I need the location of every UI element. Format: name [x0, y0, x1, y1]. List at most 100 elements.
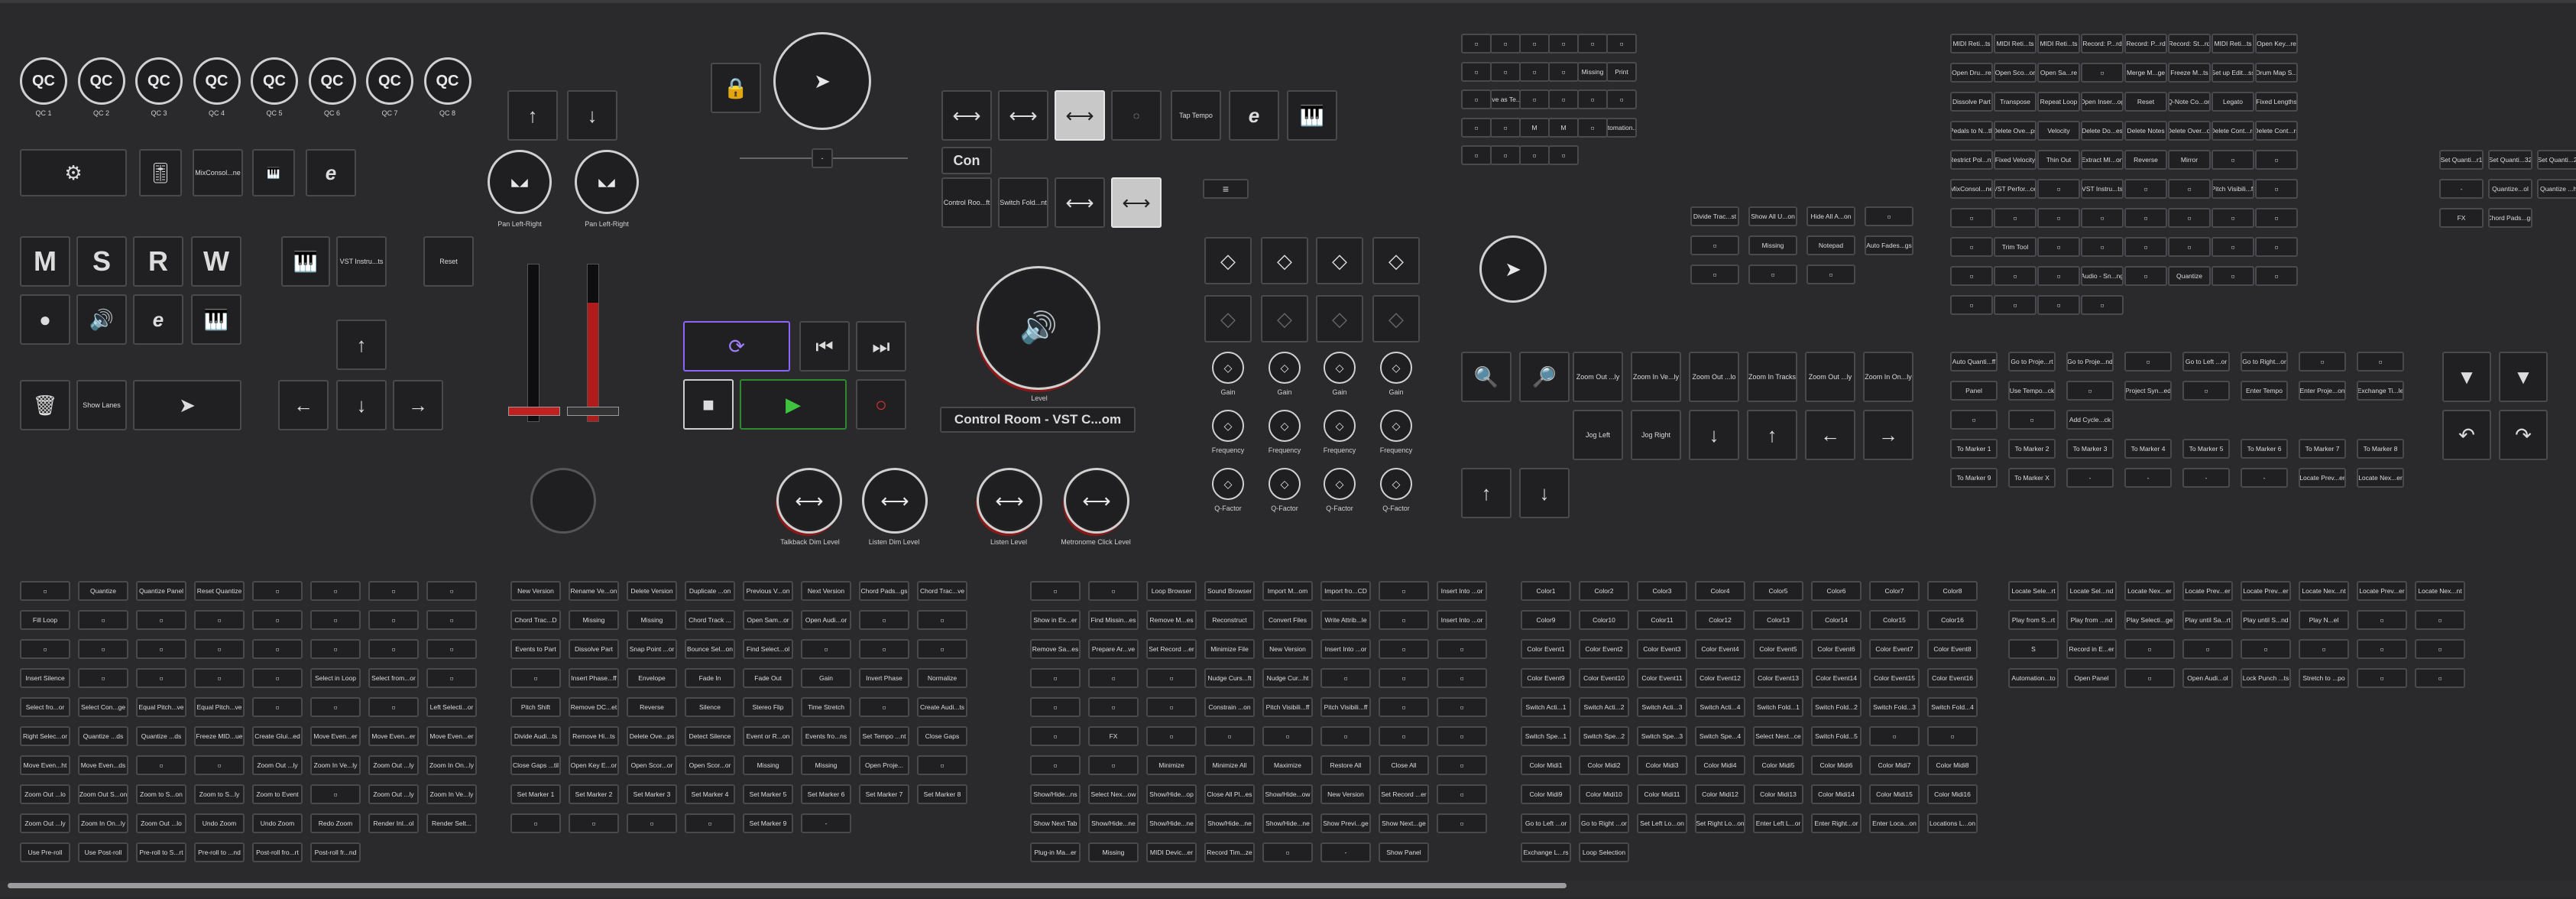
b1-36[interactable]: ▫ — [252, 697, 303, 717]
b1-49[interactable]: Move Even...ds — [78, 755, 128, 775]
b3-58[interactable]: Show/Hide...op — [1146, 784, 1197, 804]
color-70[interactable]: Enter Loca...on — [1869, 813, 1920, 833]
pointer-button[interactable]: ➤ — [133, 380, 241, 430]
midi-70[interactable]: ▫ — [2211, 266, 2254, 286]
b1-39[interactable]: Left Selecti...or — [426, 697, 477, 717]
midi-16[interactable]: Dissolve Part — [1950, 92, 1993, 112]
b5-4[interactable]: Locate Prev...er — [2241, 581, 2291, 601]
midi-69[interactable]: Quantize — [2168, 266, 2211, 286]
right-nav-3[interactable]: ↷ — [2499, 410, 2548, 460]
b3-27[interactable]: Nudge Curs...ft — [1204, 668, 1255, 688]
crt-f-button[interactable]: ⟷ — [1111, 177, 1162, 228]
b3-24[interactable]: ▫ — [1030, 668, 1081, 688]
b2-60[interactable]: Set Marker 5 — [743, 784, 793, 804]
midi-75[interactable]: ▫ — [2081, 295, 2124, 315]
b1-58[interactable]: Zoom to S...on — [136, 784, 186, 804]
fader-right-handle[interactable] — [567, 407, 619, 416]
b2-32[interactable]: Pitch Shift — [510, 697, 561, 717]
eq-knob-2-2[interactable]: ◇ — [1324, 468, 1356, 500]
arrow-left-button[interactable]: ← — [278, 380, 329, 430]
b2-30[interactable]: Invert Phase — [859, 668, 909, 688]
color-57[interactable]: Color Midi10 — [1579, 784, 1629, 804]
b2-35[interactable]: Silence — [685, 697, 735, 717]
midi-65[interactable]: ▫ — [1994, 266, 2036, 286]
tool-a-13[interactable]: Save as Te...te — [1490, 89, 1521, 109]
b1-15[interactable]: ▫ — [426, 610, 477, 630]
b2-10[interactable]: Missing — [627, 610, 677, 630]
zoom-btn-6[interactable]: Jog Left — [1573, 410, 1623, 460]
trash-button[interactable]: 🗑 — [20, 380, 70, 430]
midi-15[interactable]: Drum Map S... — [2255, 63, 2298, 83]
color-53[interactable]: Color Midi6 — [1811, 755, 1862, 775]
b2-54[interactable]: Open Proje... — [859, 755, 909, 775]
eq-knob-0-2[interactable]: ◇ — [1212, 468, 1244, 500]
zoom-btn-2[interactable]: Zoom Out ...lo — [1689, 352, 1739, 402]
b1-74[interactable]: Pre-roll to S...rt — [136, 842, 186, 862]
b3-57[interactable]: Select Nex...ow — [1088, 784, 1139, 804]
zoom-btn-0[interactable]: Zoom Out ...ly — [1573, 352, 1623, 402]
piano-small-button[interactable]: 🎹 — [1287, 90, 1337, 141]
b1-26[interactable]: ▫ — [136, 668, 186, 688]
b2-43[interactable]: Detect Silence — [685, 726, 735, 746]
b3-9[interactable]: Find Missin...es — [1088, 610, 1139, 630]
marker-10[interactable]: - — [2066, 468, 2114, 488]
b1-42[interactable]: Quantize ...ds — [136, 726, 186, 746]
b5-9[interactable]: Play from ...nd — [2066, 610, 2117, 630]
tool-a-9[interactable]: ▫ — [1548, 61, 1579, 82]
qc-knob-4[interactable]: QC — [193, 57, 241, 105]
b5-7[interactable]: Locate Nex...nt — [2415, 581, 2465, 601]
b3-26[interactable]: ▫ — [1146, 668, 1197, 688]
midi-14[interactable]: Set up Edit...ss — [2211, 63, 2254, 83]
locate-6[interactable]: ▫ — [2299, 352, 2346, 372]
tool-a-22[interactable]: ▫ — [1577, 117, 1608, 138]
b1-64[interactable]: Zoom Out ...ly — [20, 813, 70, 833]
b2-22[interactable]: ▫ — [859, 639, 909, 659]
b3-63[interactable]: ▫ — [1437, 784, 1487, 804]
b2-28[interactable]: Fade Out — [743, 668, 793, 688]
b1-4[interactable]: ▫ — [252, 581, 303, 601]
midi-61[interactable]: ▫ — [2168, 237, 2211, 257]
tool-a-19[interactable]: ▫ — [1490, 117, 1521, 138]
b3-23[interactable]: ▫ — [1437, 639, 1487, 659]
b2-26[interactable]: Envelope — [627, 668, 677, 688]
b3-64[interactable]: Show Next Tab — [1030, 813, 1081, 833]
b1-11[interactable]: ▫ — [194, 610, 245, 630]
crt-c-button[interactable]: ⟷ — [1055, 90, 1105, 141]
midi-23[interactable]: Fixed Lengths — [2255, 92, 2298, 112]
color-59[interactable]: Color Midi12 — [1695, 784, 1745, 804]
color-2[interactable]: Color3 — [1637, 581, 1687, 601]
jog-arrow-0[interactable]: ↑ — [1461, 468, 1512, 518]
midi-73[interactable]: ▫ — [1994, 295, 2036, 315]
color-6[interactable]: Color7 — [1869, 581, 1920, 601]
b1-46[interactable]: Move Even...er — [368, 726, 419, 746]
b3-31[interactable]: ▫ — [1437, 668, 1487, 688]
color-9[interactable]: Color10 — [1579, 610, 1629, 630]
tool-a-10[interactable]: Missing — [1577, 61, 1608, 82]
arrow-right-button[interactable]: → — [393, 380, 443, 430]
right-nav-2[interactable]: ↶ — [2442, 410, 2491, 460]
b2-23[interactable]: ▫ — [917, 639, 967, 659]
tool-a-2[interactable]: ▫ — [1519, 34, 1550, 54]
tool-b-4[interactable]: ▫ — [1690, 235, 1739, 255]
color-60[interactable]: Color Midi13 — [1753, 784, 1803, 804]
record-button[interactable]: ○ — [856, 379, 906, 430]
midi-37[interactable]: Mirror — [2168, 150, 2211, 170]
tool-b-5[interactable]: Missing — [1748, 235, 1797, 255]
color-36[interactable]: Switch Fold...1 — [1753, 697, 1803, 717]
piano-keys-button[interactable]: 🎹 — [281, 236, 330, 287]
midi-7[interactable]: Open Key...re — [2255, 34, 2298, 54]
midi-11[interactable]: ▫ — [2081, 63, 2124, 83]
b3-67[interactable]: Show/Hide...ne — [1204, 813, 1255, 833]
midi-4[interactable]: Record: P...rd — [2124, 34, 2167, 54]
quant-7[interactable]: Chord Pads...gs — [2488, 208, 2532, 228]
crt-e-button[interactable]: ⟷ — [1055, 177, 1105, 228]
b3-78[interactable]: Show Panel — [1379, 842, 1429, 862]
b2-18[interactable]: Snap Point ...or — [627, 639, 677, 659]
reset-button[interactable]: Reset — [423, 236, 474, 287]
midi-42[interactable]: ▫ — [2037, 179, 2080, 199]
b2-48[interactable]: Close Gaps ...til — [510, 755, 561, 775]
qc-knob-1[interactable]: QC — [20, 57, 67, 105]
b3-46[interactable]: ▫ — [1379, 726, 1429, 746]
midi-5[interactable]: Record: St...rd — [2168, 34, 2211, 54]
midi-9[interactable]: Open Sco...or — [1994, 63, 2036, 83]
